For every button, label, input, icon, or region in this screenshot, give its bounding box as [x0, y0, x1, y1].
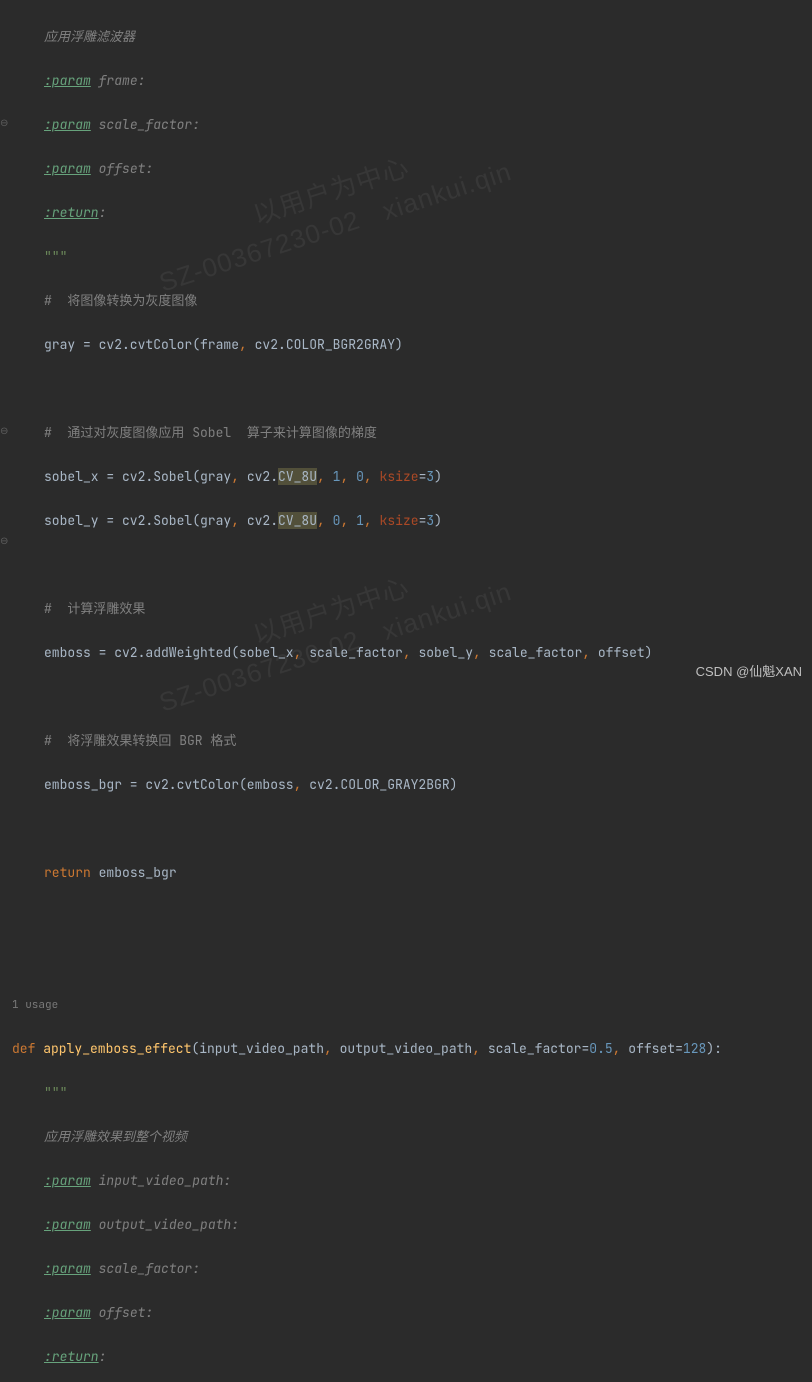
doctag-param: :param: [44, 1172, 91, 1189]
csdn-attribution: CSDN @仙魁XAN: [696, 661, 802, 683]
fold-mark[interactable]: ⊖: [0, 118, 10, 128]
comma: ,: [340, 512, 348, 529]
doc-param: output_video_path:: [99, 1216, 239, 1233]
comma: ,: [613, 1040, 621, 1057]
code-text: sobel_y = cv2.Sobel(gray: [44, 512, 231, 529]
doctag-param: :param: [44, 72, 91, 89]
triple-quote: """: [44, 248, 67, 265]
fold-mark[interactable]: ⊖: [0, 536, 10, 546]
comma: ,: [239, 336, 247, 353]
doc-param: frame:: [99, 72, 146, 89]
comment: # 通过对灰度图像应用: [44, 424, 192, 441]
comma: ,: [582, 644, 590, 661]
ident-warn: CV_8U: [278, 468, 317, 485]
comma: ,: [231, 468, 239, 485]
fold-mark[interactable]: ⊖: [0, 426, 10, 436]
doctag-param: :param: [44, 1304, 91, 1321]
number: 128: [683, 1040, 706, 1057]
triple-quote: """: [44, 1084, 67, 1101]
eq: =: [675, 1040, 683, 1057]
number: 0: [356, 468, 364, 485]
param: offset: [620, 1040, 675, 1057]
doc-return: :: [99, 204, 107, 221]
docstring-line: 应用浮雕效果到整个视频: [44, 1128, 187, 1145]
comment: Sobel: [192, 424, 231, 441]
comma: ,: [473, 644, 481, 661]
doctag-return: :return: [44, 1348, 99, 1365]
comment: # 计算浮雕效果: [44, 600, 145, 617]
comma: ,: [294, 776, 302, 793]
keyword-return: return: [44, 864, 91, 881]
doc-param: offset:: [99, 1304, 154, 1321]
doc-param: input_video_path:: [99, 1172, 232, 1189]
comma: ,: [317, 468, 325, 485]
code-text: ):: [706, 1040, 722, 1057]
comma: ,: [472, 1040, 480, 1057]
code-text: offset): [590, 644, 652, 661]
doc-param: scale_factor:: [99, 116, 200, 133]
code-text: emboss_bgr = cv2.cvtColor(emboss: [44, 776, 294, 793]
code-area[interactable]: 应用浮雕滤波器 :param frame: :param scale_facto…: [12, 0, 812, 1382]
code-text: cv2.COLOR_GRAY2BGR): [301, 776, 457, 793]
code-text: scale_factor: [301, 644, 402, 661]
ident-warn: CV_8U: [278, 512, 317, 529]
code-text: sobel_x = cv2.Sobel(gray: [44, 468, 231, 485]
number: 1: [356, 512, 364, 529]
code-text: emboss = cv2.addWeighted(sobel_x: [44, 644, 294, 661]
doctag-param: :param: [44, 1216, 91, 1233]
number: 0.5: [589, 1040, 612, 1057]
function-name: apply_emboss_effect: [43, 1040, 191, 1057]
doctag-return: :return: [44, 204, 99, 221]
doc-param: scale_factor:: [99, 1260, 200, 1277]
comma: ,: [324, 1040, 332, 1057]
comma: ,: [340, 468, 348, 485]
kwarg: ksize: [380, 468, 419, 485]
code-text: gray = cv2.cvtColor(frame: [44, 336, 239, 353]
eq: =: [581, 1040, 589, 1057]
doc-return: :: [99, 1348, 107, 1365]
code-text: cv2.COLOR_BGR2GRAY): [247, 336, 403, 353]
comment: # 将浮雕效果转换回 BGR 格式: [44, 732, 236, 749]
gutter: ⊖ ⊖ ⊖: [0, 0, 12, 691]
code-text: scale_factor: [481, 644, 582, 661]
kwarg: ksize: [380, 512, 419, 529]
code-text: cv2.: [239, 512, 278, 529]
comma: ,: [403, 644, 411, 661]
comma: ,: [317, 512, 325, 529]
doctag-param: :param: [44, 116, 91, 133]
doctag-param: :param: [44, 160, 91, 177]
keyword-def: def: [12, 1040, 43, 1057]
comma: ,: [364, 512, 372, 529]
comment: 算子来计算图像的梯度: [231, 424, 377, 441]
code-text: cv2.: [239, 468, 278, 485]
doc-param: offset:: [99, 160, 154, 177]
usage-hint[interactable]: 1 usage: [12, 994, 812, 1016]
doctag-param: :param: [44, 1260, 91, 1277]
param: output_video_path: [332, 1040, 472, 1057]
comma: ,: [364, 468, 372, 485]
code-text: emboss_bgr: [91, 864, 177, 881]
param: scale_factor: [480, 1040, 581, 1057]
docstring-line: 应用浮雕滤波器: [44, 28, 135, 45]
comment: # 将图像转换为灰度图像: [44, 292, 197, 309]
code-text: sobel_y: [411, 644, 473, 661]
param: (input_video_path: [191, 1040, 324, 1057]
comma: ,: [231, 512, 239, 529]
